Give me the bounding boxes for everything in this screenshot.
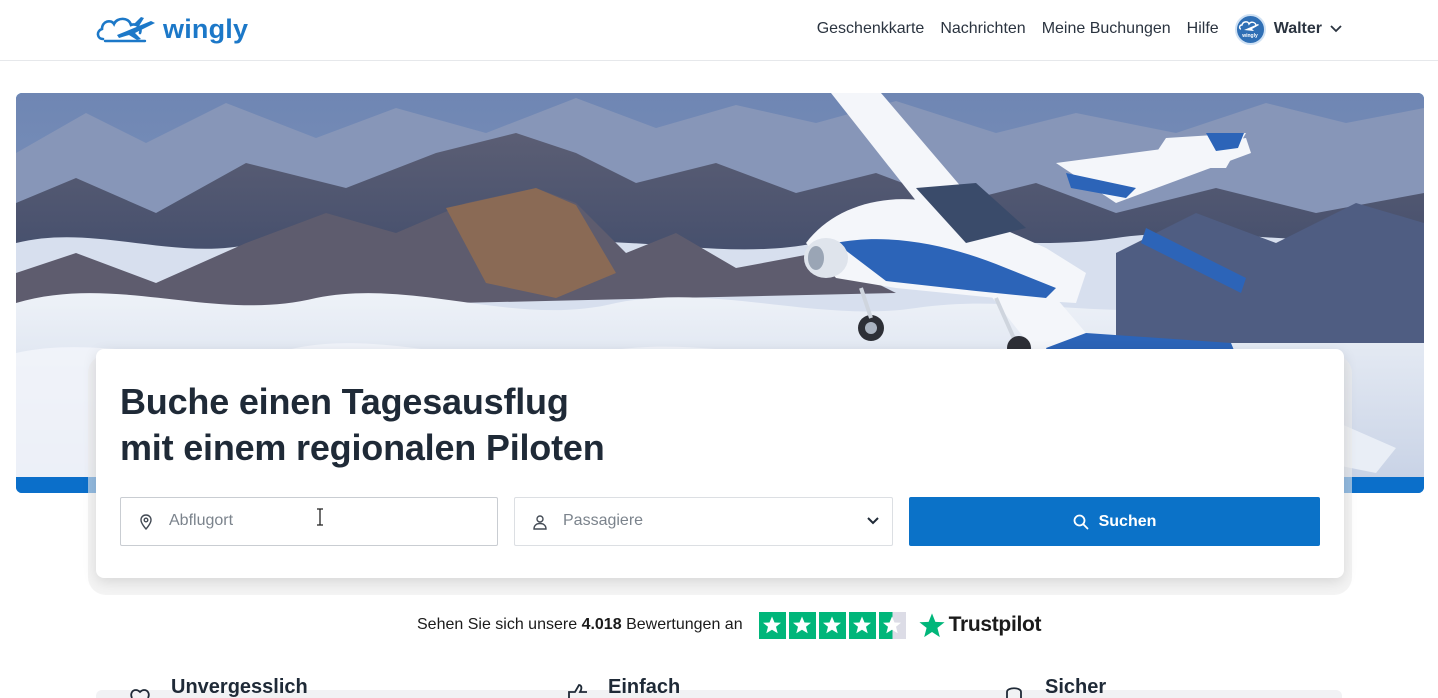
wingly-badge-icon: wingly [1239, 21, 1260, 39]
star-rating [758, 611, 906, 639]
departure-input[interactable]: Abflugort [120, 497, 498, 546]
top-navbar: wingly Geschenkkarte Nachrichten Meine B… [0, 0, 1438, 61]
heart-icon [130, 689, 150, 698]
location-pin-icon [140, 514, 152, 531]
nav-my-bookings[interactable]: Meine Buchungen [1042, 20, 1171, 38]
star-icon [848, 611, 876, 639]
nav-help[interactable]: Hilfe [1187, 20, 1219, 38]
star-icon [818, 611, 846, 639]
headline-line-2: mit einem regionalen Piloten [120, 427, 605, 468]
star-icon [788, 611, 816, 639]
feature-title-unforgettable: Unvergesslich [171, 676, 308, 698]
avatar-text: wingly [1241, 33, 1258, 39]
chevron-down-icon [1330, 25, 1342, 33]
departure-placeholder: Abflugort [169, 512, 234, 529]
lock-icon [1006, 687, 1022, 698]
trustpilot-suffix: Bewertungen an [626, 616, 743, 633]
trustpilot-star-icon [919, 612, 945, 637]
feature-title-safe: Sicher [1045, 676, 1107, 698]
trustpilot-prefix: Sehen Sie sich unsere [417, 616, 578, 633]
user-menu[interactable]: wingly Walter [1234, 13, 1342, 45]
wingly-logo[interactable]: wingly [95, 10, 248, 48]
trustpilot-reviews[interactable]: Sehen Sie sich unsere 4.018 Bewertungen … [417, 608, 1042, 642]
avatar: wingly [1234, 13, 1266, 45]
thumbs-up-icon [568, 684, 587, 698]
page-title: Buche einen Tagesausflug mit einem regio… [120, 379, 605, 471]
airplane-cloud-icon [96, 17, 155, 43]
search-icon [1073, 514, 1088, 529]
chevron-down-icon [867, 517, 879, 525]
search-card: Buche einen Tagesausflug mit einem regio… [96, 349, 1344, 578]
headline-line-1: Buche einen Tagesausflug [120, 381, 569, 422]
search-button[interactable]: Suchen [909, 497, 1320, 546]
trustpilot-text: Sehen Sie sich unsere 4.018 Bewertungen … [417, 616, 743, 634]
text-cursor-icon [317, 508, 323, 526]
user-name: Walter [1273, 20, 1322, 37]
search-button-label: Suchen [1098, 512, 1157, 530]
trustpilot-brand: Trustpilot [948, 613, 1042, 636]
brand-name: wingly [163, 13, 249, 44]
half-star-icon [878, 611, 906, 639]
nav-gift-card[interactable]: Geschenkkarte [817, 20, 925, 38]
passengers-select[interactable]: Passagiere [514, 497, 893, 546]
passengers-placeholder: Passagiere [563, 512, 644, 529]
person-icon [533, 515, 547, 530]
main-nav: Geschenkkarte Nachrichten Meine Buchunge… [817, 12, 1342, 46]
nav-messages[interactable]: Nachrichten [940, 20, 1025, 38]
feature-title-easy: Einfach [608, 676, 681, 698]
trustpilot-logo: Trustpilot [918, 612, 1042, 639]
review-count: 4.018 [581, 616, 622, 633]
star-icon [758, 611, 786, 639]
